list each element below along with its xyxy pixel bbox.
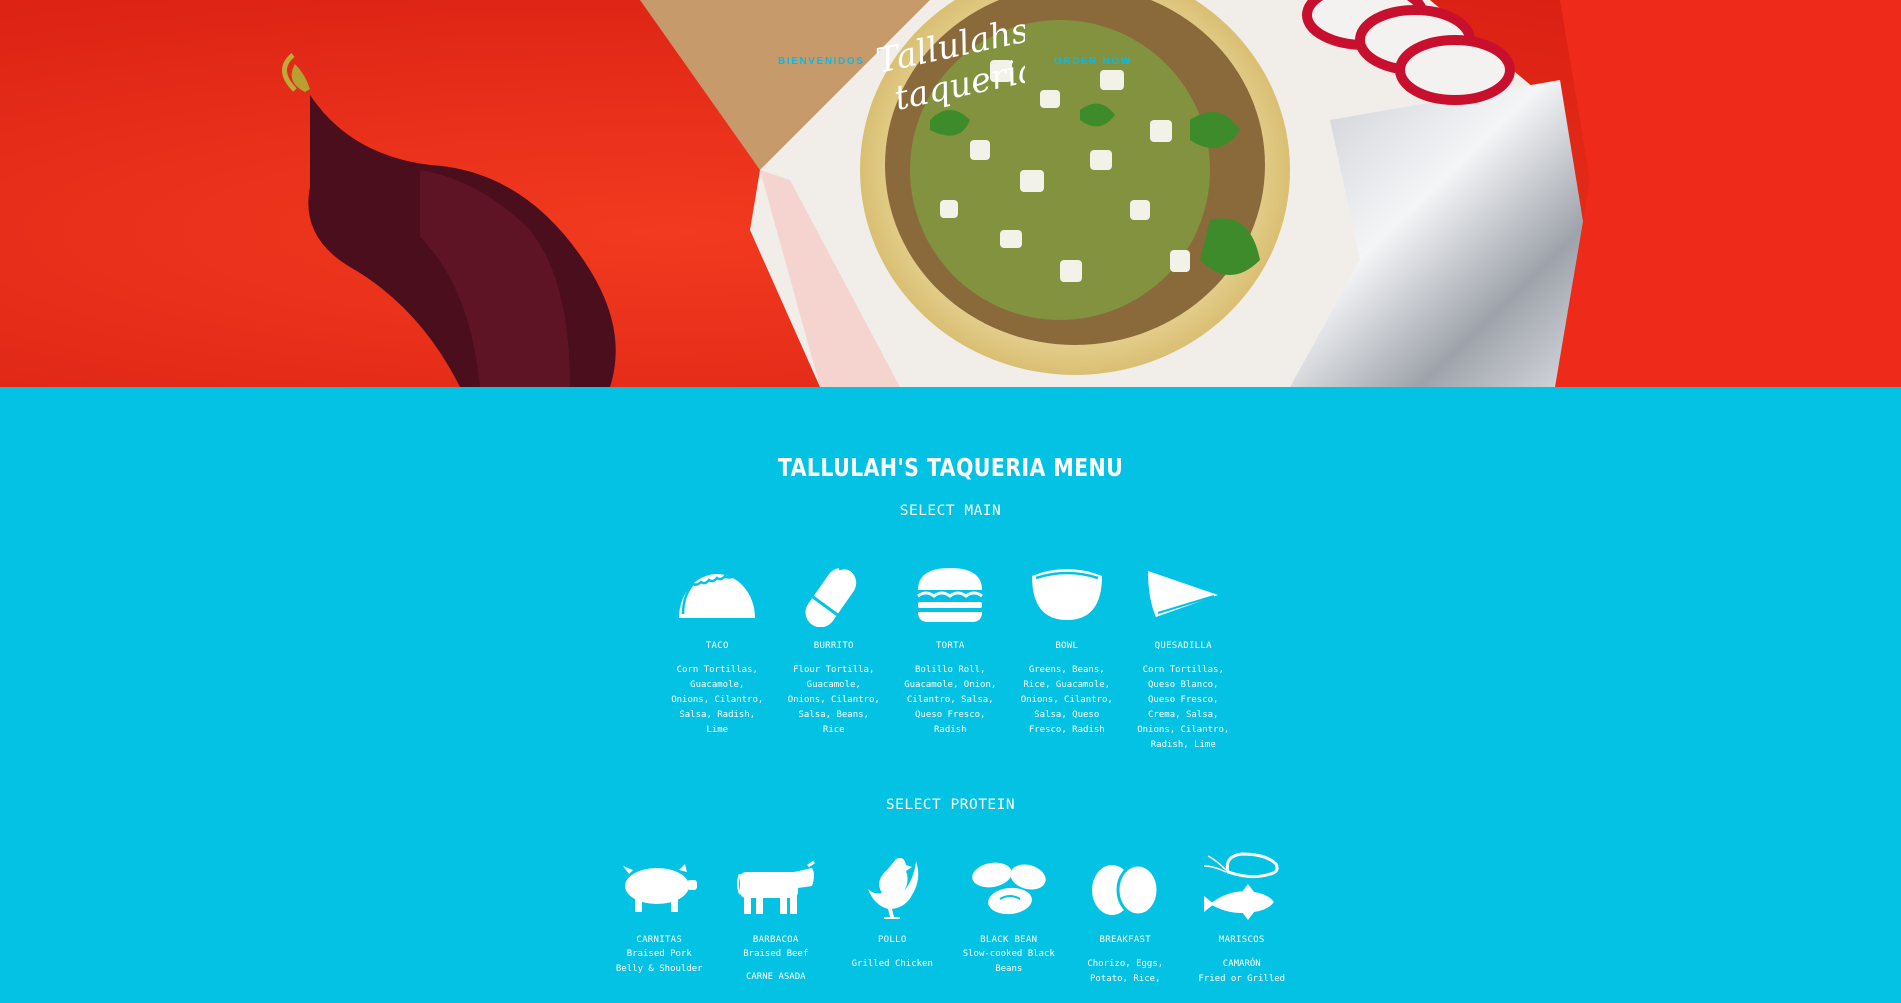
quesadilla-icon [1148, 571, 1219, 617]
select-main-heading: SELECT MAIN [899, 503, 1002, 519]
protein-desc-secondary: Fried or Grilled [1198, 974, 1286, 984]
protein-item-black-bean[interactable]: BLACK BEAN Slow-cooked Black Beans [951, 843, 1068, 987]
select-protein-heading: SELECT PROTEIN [885, 797, 1016, 813]
protein-name-secondary: CARNE ASADA [745, 972, 806, 982]
main-desc: Flour Tortilla, Guacamole, Onions, Cilan… [787, 665, 880, 735]
main-item-taco[interactable]: TACO Corn Tortillas, Guacamole, Onions, … [659, 549, 776, 753]
main-name: BURRITO [813, 641, 854, 651]
protein-item-barbacoa[interactable]: BARBACOA Braised Beef CARNE ASADA [718, 843, 835, 987]
protein-name: CARNITAS [636, 935, 683, 945]
protein-item-carnitas[interactable]: CARNITAS Braised Pork Belly & Shoulder [601, 843, 718, 987]
protein-name: BLACK BEAN [980, 935, 1038, 945]
nav-link-bienvenidos[interactable]: Bienvenidos [778, 56, 865, 67]
menu-section: TALLULAH'S TAQUERIA MENU SELECT MAIN TAC… [0, 387, 1901, 1003]
protein-desc: CAMARÓN [1222, 959, 1261, 969]
protein-name: POLLO [877, 935, 907, 945]
protein-name: BARBACOA [752, 935, 799, 945]
eggs-icon [1092, 863, 1160, 916]
nav-link-order-now[interactable]: Order Now [1054, 56, 1132, 67]
protein-options: CARNITAS Braised Pork Belly & Shoulder B… [601, 843, 1300, 987]
burrito-icon [805, 566, 862, 627]
main-name: BOWL [1055, 641, 1079, 651]
protein-item-pollo[interactable]: POLLO Grilled Chicken [834, 843, 951, 987]
protein-desc: Grilled Chicken [851, 959, 933, 969]
logo-icon: Tallulahs taqueria [873, 10, 1041, 118]
hero-banner: Bienvenidos Tallulahs taqueria Order Now [0, 0, 1901, 387]
protein-item-mariscos[interactable]: MARISCOS CAMARÓN Fried or Grilled [1184, 843, 1301, 987]
main-desc: Corn Tortillas, Queso Blanco, Queso Fres… [1137, 665, 1230, 750]
protein-desc: Slow-cooked Black Beans [962, 949, 1055, 974]
taco-icon [679, 574, 756, 618]
bowl-icon [1031, 569, 1102, 620]
main-name: TORTA [935, 641, 965, 651]
menu-title: TALLULAH'S TAQUERIA MENU [777, 453, 1124, 482]
beans-icon [971, 862, 1046, 915]
main-desc: Corn Tortillas, Guacamole, Onions, Cilan… [671, 665, 764, 735]
main-item-torta[interactable]: TORTA Bolillo Roll, Guacamole, Onion, Ci… [892, 549, 1009, 753]
protein-desc: Chorizo, Eggs, Potato, Rice, [1087, 959, 1164, 984]
main-desc: Greens, Beans, Rice, Guacamole, Onions, … [1020, 665, 1113, 735]
protein-desc: Braised Pork Belly & Shoulder [615, 949, 703, 974]
top-nav: Bienvenidos Tallulahs taqueria Order Now [0, 0, 1901, 130]
main-desc: Bolillo Roll, Guacamole, Onion, Cilantro… [904, 665, 997, 735]
main-item-quesadilla[interactable]: QUESADILLA Corn Tortillas, Queso Blanco,… [1125, 549, 1242, 753]
chicken-icon [868, 857, 919, 919]
main-item-bowl[interactable]: BOWL Greens, Beans, Rice, Guacamole, Oni… [1009, 549, 1126, 753]
sandwich-icon [917, 568, 984, 622]
protein-item-breakfast[interactable]: BREAKFAST Chorizo, Eggs, Potato, Rice, [1067, 843, 1184, 987]
cow-icon [736, 860, 815, 914]
pig-icon [623, 864, 698, 912]
protein-name: BREAKFAST [1099, 935, 1151, 945]
main-name: QUESADILLA [1154, 641, 1212, 651]
protein-name: MARISCOS [1218, 935, 1265, 945]
site-logo[interactable]: Tallulahs taqueria [873, 10, 1041, 118]
main-item-burrito[interactable]: BURRITO Flour Tortilla, Guacamole, Onion… [776, 549, 893, 753]
shrimp-fish-icon [1203, 852, 1279, 920]
main-options: TACO Corn Tortillas, Guacamole, Onions, … [659, 549, 1242, 753]
protein-desc: Braised Beef [743, 949, 809, 959]
main-name: TACO [705, 641, 729, 651]
